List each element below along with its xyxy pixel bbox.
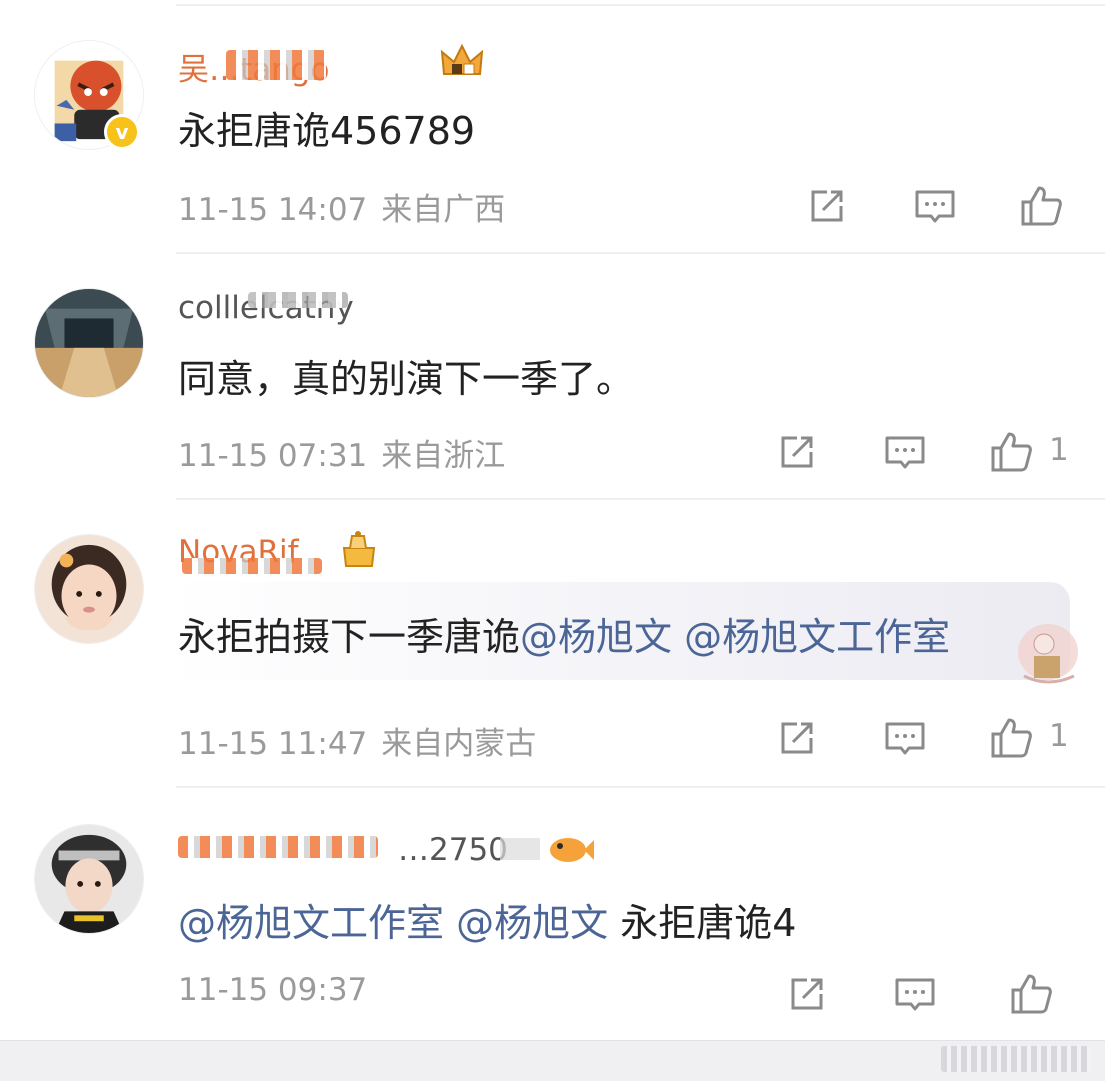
comment-icon[interactable] [893, 972, 937, 1016]
comment-text: 永拒唐诡456789 [178, 109, 476, 153]
thumbs-up-icon[interactable] [1019, 184, 1063, 228]
comment-text: @杨旭文工作室 @杨旭文 永拒唐诡4 [178, 892, 796, 947]
share-icon[interactable] [775, 716, 819, 760]
action-bar [785, 972, 1105, 1016]
comment-text: 同意，真的别演下一季了。 [178, 357, 635, 401]
fish-badge-icon [500, 838, 594, 862]
timestamp: 11-15 11:47 [178, 726, 368, 762]
comment-meta: 11-15 14:07 来自广西 [178, 184, 505, 229]
location: 来自内蒙古 [381, 726, 537, 762]
username-blur-mask [178, 836, 378, 858]
location: 来自浙江 [381, 438, 506, 474]
crown-badge-icon [440, 43, 484, 75]
share-icon[interactable] [805, 184, 849, 228]
username[interactable]: …2750 [178, 832, 508, 872]
action-bar: 1 [775, 430, 1105, 474]
share-icon[interactable] [785, 972, 829, 1016]
avatar[interactable] [34, 824, 144, 934]
timestamp: 11-15 07:31 [178, 438, 368, 474]
comment-item[interactable]: v 吴…tango 永拒唐诡456789 11-15 14:07 来自广西 [0, 0, 1105, 252]
share-icon[interactable] [775, 430, 819, 474]
action-bar [805, 184, 1105, 228]
comment-text-plain: 永拒拍摄下一季唐诡 [178, 615, 521, 659]
comment-icon[interactable] [883, 430, 927, 474]
username-blur-mask [226, 50, 326, 80]
mention-link[interactable]: @杨旭文 [456, 901, 608, 945]
comment-meta: 11-15 07:31 来自浙江 [178, 430, 505, 475]
like-count: 1 [1049, 718, 1069, 754]
comment-meta: 11-15 11:47 来自内蒙古 [178, 718, 536, 763]
username[interactable]: 吴…tango [178, 44, 329, 88]
action-bar: 1 [775, 716, 1105, 760]
comment-icon[interactable] [913, 184, 957, 228]
comment-icon[interactable] [883, 716, 927, 760]
timestamp: 11-15 09:37 [178, 972, 368, 1008]
username[interactable]: NovaRif [178, 534, 322, 574]
comment-item[interactable]: NovaRif 永拒拍摄下一季唐诡@杨旭文 @杨旭文工作室 11-15 11:4… [0, 498, 1105, 786]
watermark [941, 1046, 1091, 1072]
comment-text-plain: 永拒唐诡4 [620, 901, 797, 945]
username-blur-mask [248, 292, 348, 308]
comment-text: 永拒拍摄下一季唐诡@杨旭文 @杨旭文工作室 [178, 606, 950, 661]
thumbs-up-icon[interactable] [1009, 972, 1053, 1016]
avatar[interactable] [34, 288, 144, 398]
mention-link[interactable]: @杨旭文 [520, 615, 672, 659]
comment-item[interactable]: colllelcatny 同意，真的别演下一季了。 11-15 07:31 来自浙… [0, 252, 1105, 498]
crown-badge-icon [342, 531, 376, 567]
like-count: 1 [1049, 432, 1069, 468]
location: 来自广西 [381, 192, 506, 228]
comment-meta: 11-15 09:37 [178, 972, 367, 1008]
thumbs-up-icon[interactable] [989, 716, 1033, 760]
comment-item[interactable]: …2750 @杨旭文工作室 @杨旭文 永拒唐诡4 11-15 09:37 [0, 786, 1105, 1040]
bottom-bar [0, 1040, 1105, 1081]
username-blur-mask [182, 558, 322, 574]
mention-link[interactable]: @杨旭文工作室 [178, 901, 444, 945]
timestamp: 11-15 14:07 [178, 192, 368, 228]
avatar[interactable] [34, 534, 144, 644]
username[interactable]: colllelcatny [178, 290, 354, 330]
sticker-icon [1018, 624, 1078, 684]
thumbs-up-icon[interactable] [989, 430, 1033, 474]
verified-badge-icon: v [104, 114, 140, 150]
mention-link[interactable]: @杨旭文工作室 [684, 615, 950, 659]
